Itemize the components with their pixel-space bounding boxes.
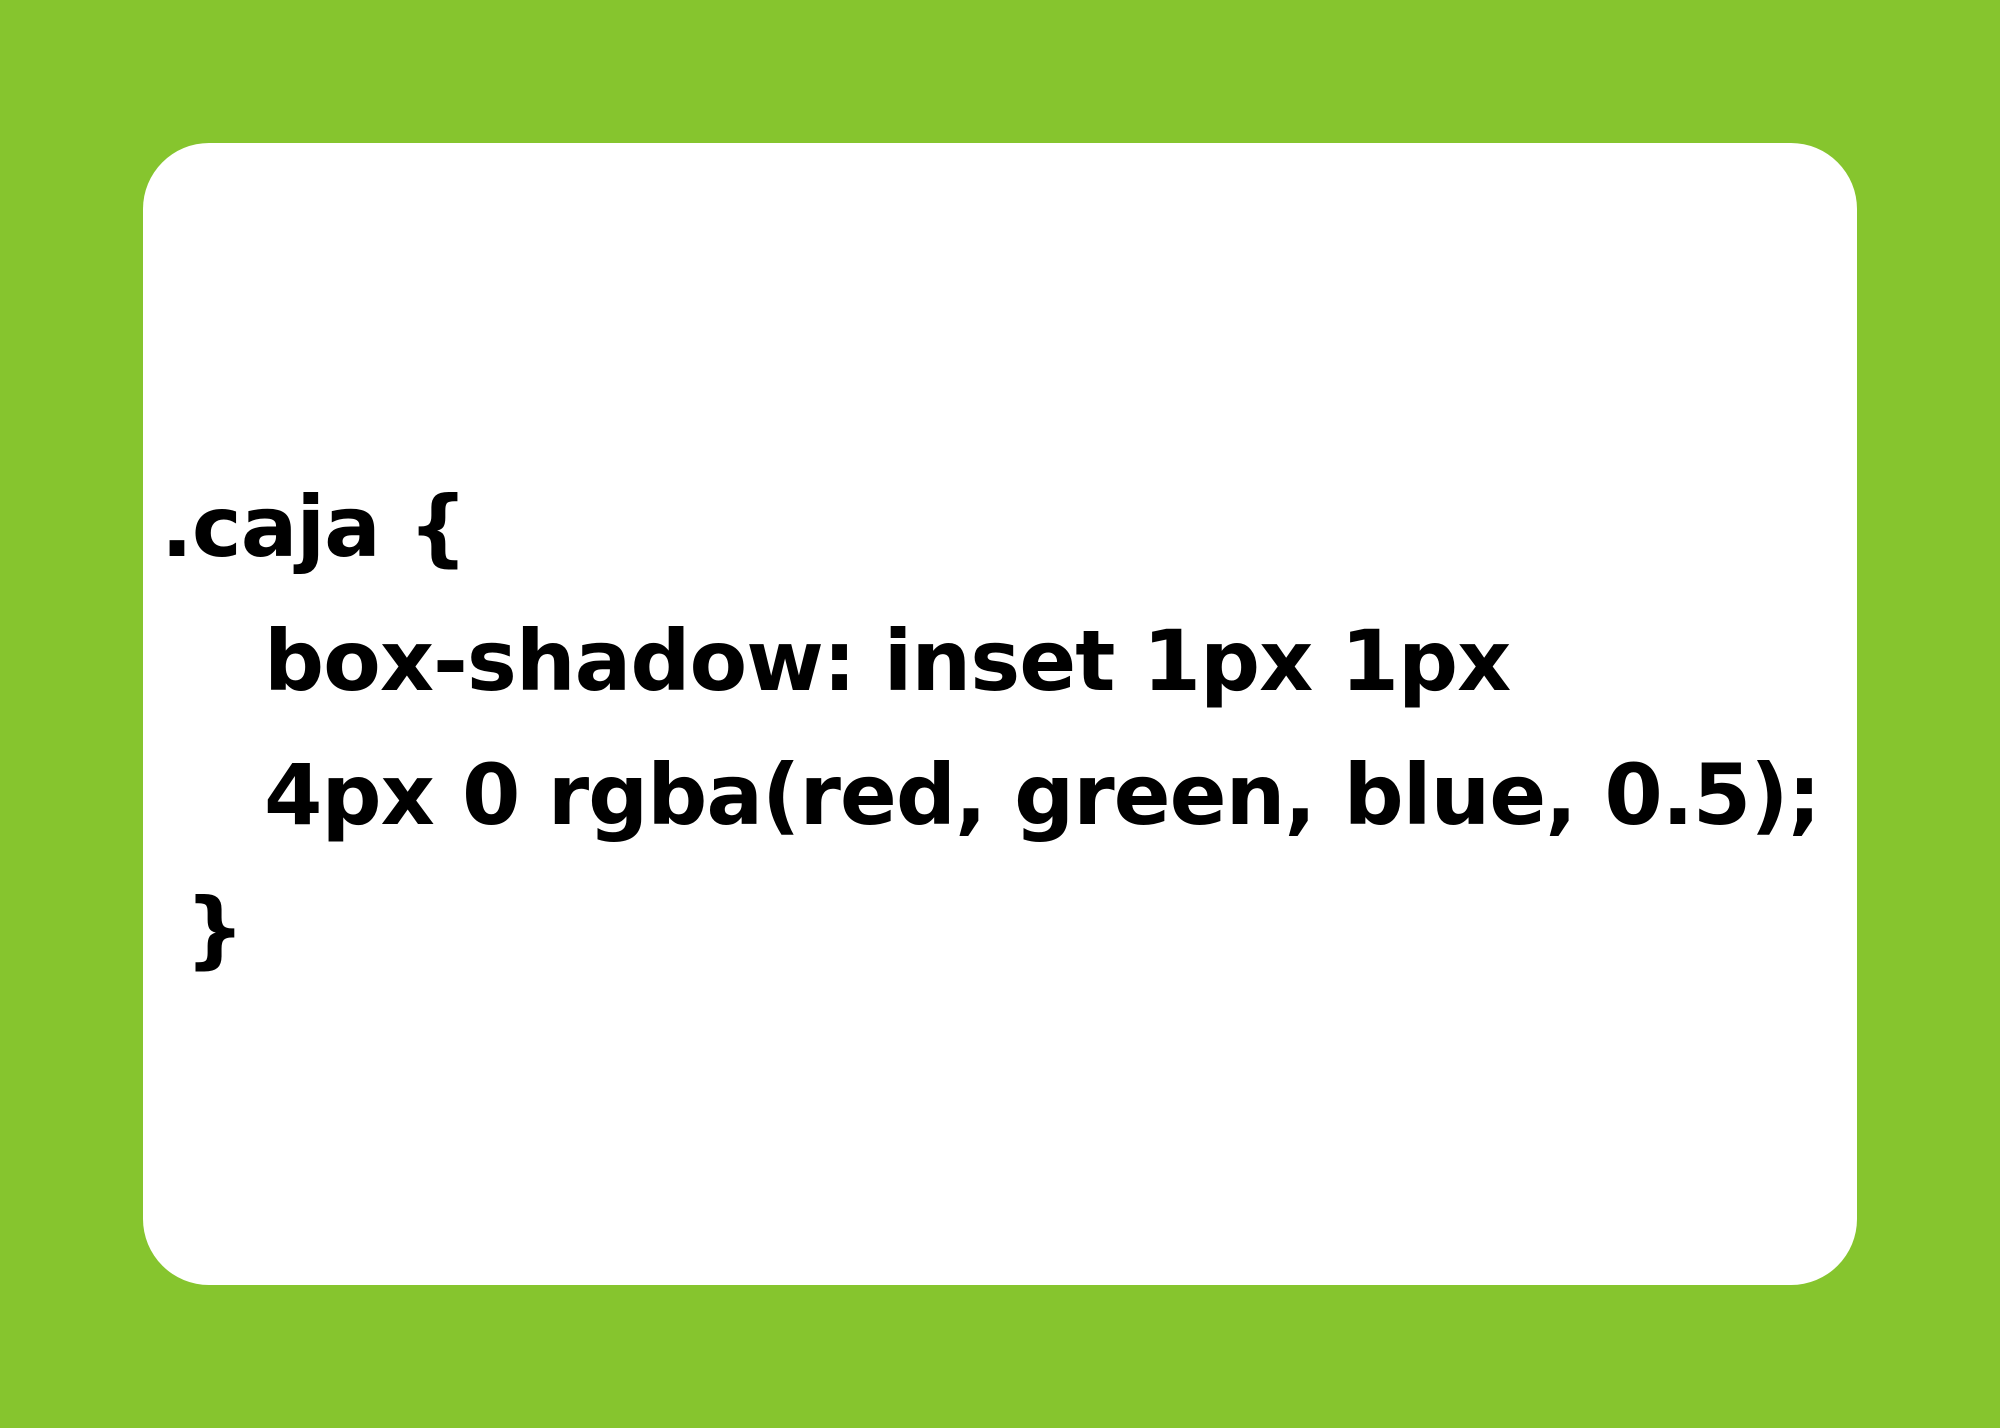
code-line-selector: .caja { — [161, 478, 468, 576]
code-line-close-brace: } — [185, 880, 245, 978]
code-line-property: box-shadow: inset 1px 1px — [264, 612, 1511, 710]
code-line-value: 4px 0 rgba(red, green, blue, 0.5); — [264, 746, 1821, 844]
code-snippet: .caja { box-shadow: inset 1px 1px 4px 0 … — [161, 460, 1821, 996]
